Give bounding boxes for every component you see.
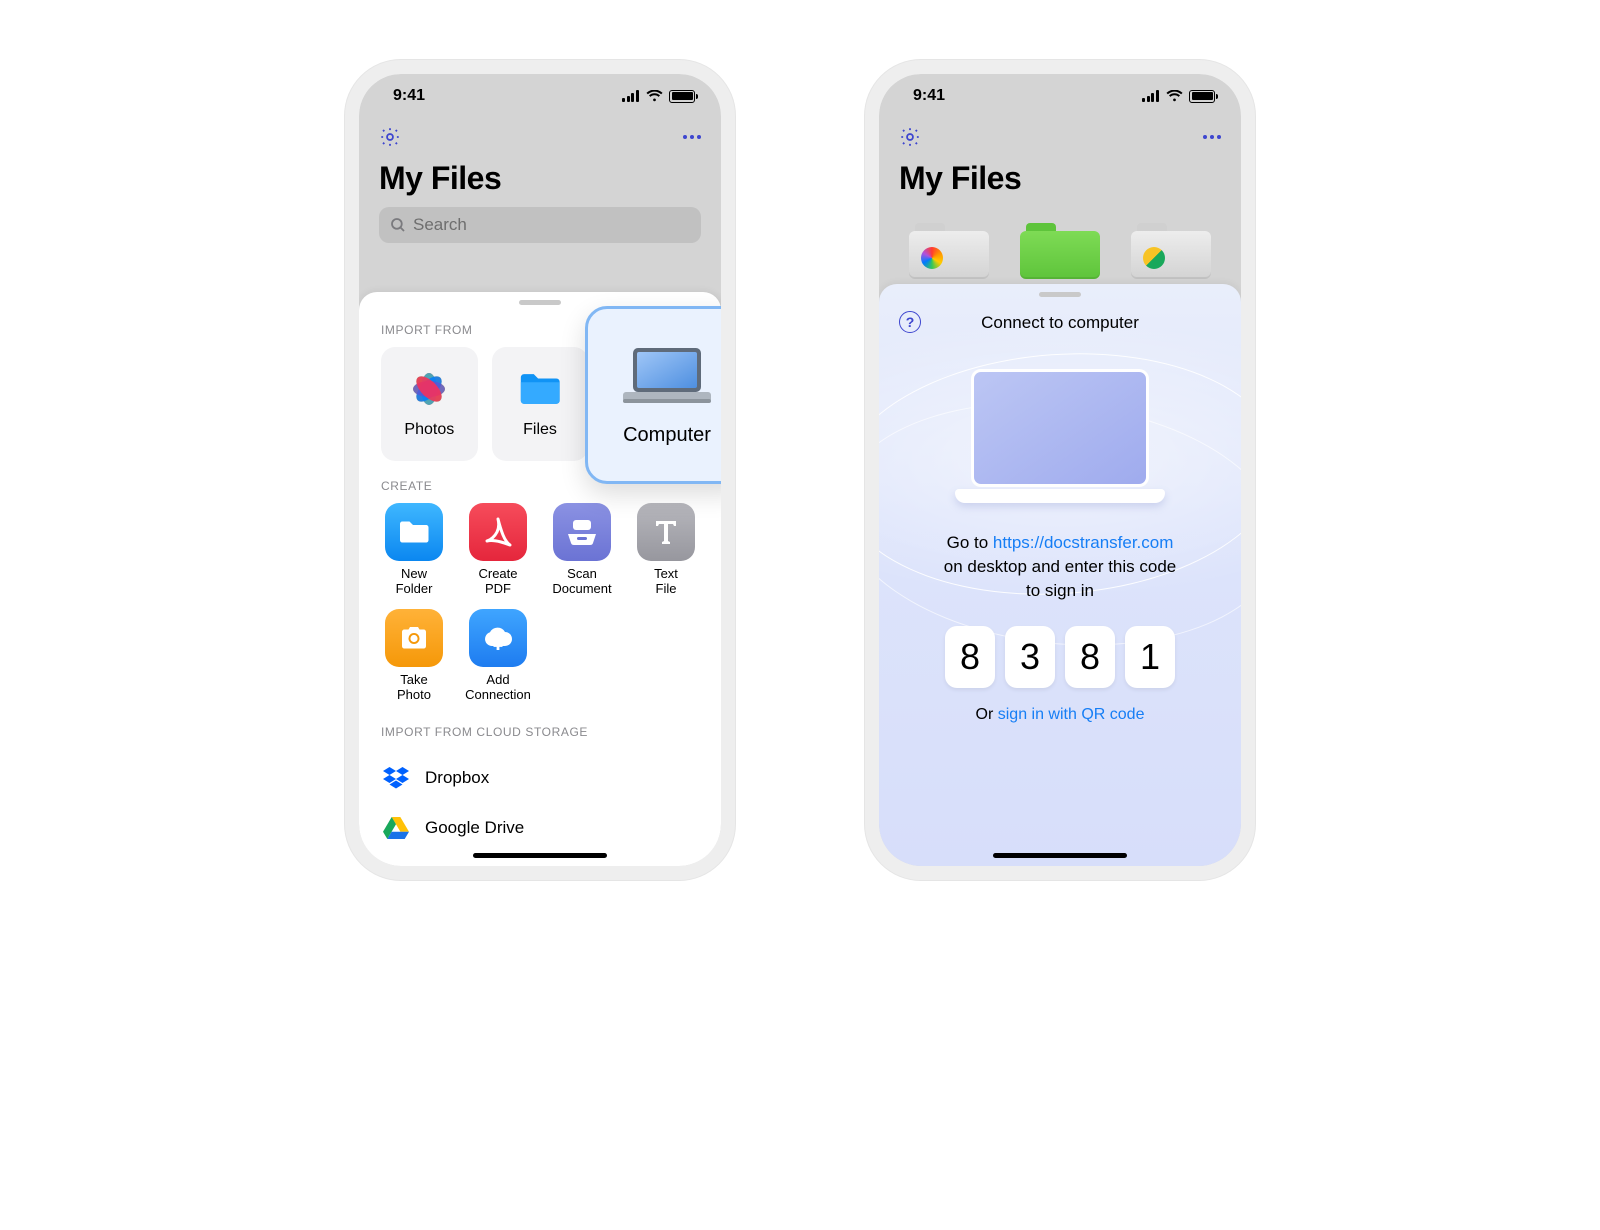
home-indicator[interactable] [993, 853, 1127, 858]
cellular-icon [1142, 90, 1160, 102]
new-folder-icon [385, 503, 443, 561]
status-time: 9:41 [393, 87, 425, 105]
photos-icon [406, 369, 452, 409]
connect-instructions: Go to https://docstransfer.com on deskto… [905, 531, 1215, 602]
status-time: 9:41 [913, 87, 945, 105]
import-photos-label: Photos [404, 421, 454, 439]
code-digit: 1 [1125, 626, 1175, 688]
cloud-dropbox[interactable]: Dropbox [371, 753, 709, 803]
create-new-folder[interactable]: New Folder [377, 503, 451, 597]
code-digit: 8 [1065, 626, 1115, 688]
docstransfer-link[interactable]: https://docstransfer.com [993, 533, 1173, 552]
page-title: My Files [899, 160, 1221, 197]
qr-alternative: Or sign in with QR code [905, 706, 1215, 724]
create-pdf-icon [469, 503, 527, 561]
status-bar: 9:41 [359, 74, 721, 118]
code-digit: 8 [945, 626, 995, 688]
connect-title: Connect to computer [905, 313, 1215, 333]
add-connection-icon [469, 609, 527, 667]
create-scan-document[interactable]: Scan Document [545, 503, 619, 597]
cloud-gdrive-label: Google Drive [425, 818, 524, 838]
cloud-dropbox-label: Dropbox [425, 768, 489, 788]
home-indicator[interactable] [473, 853, 607, 858]
search-input[interactable]: Search [379, 207, 701, 243]
dropbox-icon [383, 765, 409, 791]
battery-icon [669, 90, 695, 103]
text-file-icon [637, 503, 695, 561]
wifi-icon [646, 90, 663, 102]
create-pdf[interactable]: Create PDF [461, 503, 535, 597]
cellular-icon [622, 90, 640, 102]
folder-grid-peek [879, 209, 1241, 279]
more-icon[interactable] [683, 135, 701, 139]
computer-icon [619, 344, 715, 408]
folder-item[interactable] [1020, 223, 1100, 279]
files-folder-icon [517, 369, 563, 409]
gear-icon[interactable] [899, 126, 921, 148]
import-computer-label: Computer [623, 424, 711, 447]
sign-in-qr-link[interactable]: sign in with QR code [998, 706, 1145, 723]
app-header: My Files [879, 118, 1241, 209]
create-add-connection[interactable]: Add Connection [461, 609, 535, 703]
phone-left: 9:41 My Files [345, 60, 735, 880]
cloud-google-drive[interactable]: Google Drive [371, 803, 709, 853]
search-placeholder: Search [413, 215, 467, 235]
import-photos[interactable]: Photos [381, 347, 478, 461]
laptop-illustration-icon [955, 369, 1165, 509]
folder-item[interactable] [909, 223, 989, 279]
gear-icon[interactable] [379, 126, 401, 148]
connect-code: 8 3 8 1 [905, 626, 1215, 688]
scan-document-icon [553, 503, 611, 561]
page-title: My Files [379, 160, 701, 197]
wifi-icon [1166, 90, 1183, 102]
app-header: My Files Search [359, 118, 721, 255]
search-icon [389, 216, 407, 234]
google-drive-icon [383, 815, 409, 841]
create-take-photo[interactable]: Take Photo [377, 609, 451, 703]
folder-item[interactable] [1131, 223, 1211, 279]
take-photo-icon [385, 609, 443, 667]
connect-sheet: ? Connect to computer Go to https://docs… [879, 284, 1241, 866]
import-computer[interactable]: Computer [585, 306, 735, 484]
create-text-file[interactable]: Text File [629, 503, 703, 597]
phone-right: 9:41 My Files [865, 60, 1255, 880]
import-files[interactable]: Files [492, 347, 589, 461]
help-button[interactable]: ? [899, 311, 921, 333]
import-files-label: Files [523, 421, 557, 439]
more-icon[interactable] [1203, 135, 1221, 139]
status-bar: 9:41 [879, 74, 1241, 118]
section-cloud-storage: IMPORT FROM CLOUD STORAGE [359, 703, 721, 749]
code-digit: 3 [1005, 626, 1055, 688]
battery-icon [1189, 90, 1215, 103]
